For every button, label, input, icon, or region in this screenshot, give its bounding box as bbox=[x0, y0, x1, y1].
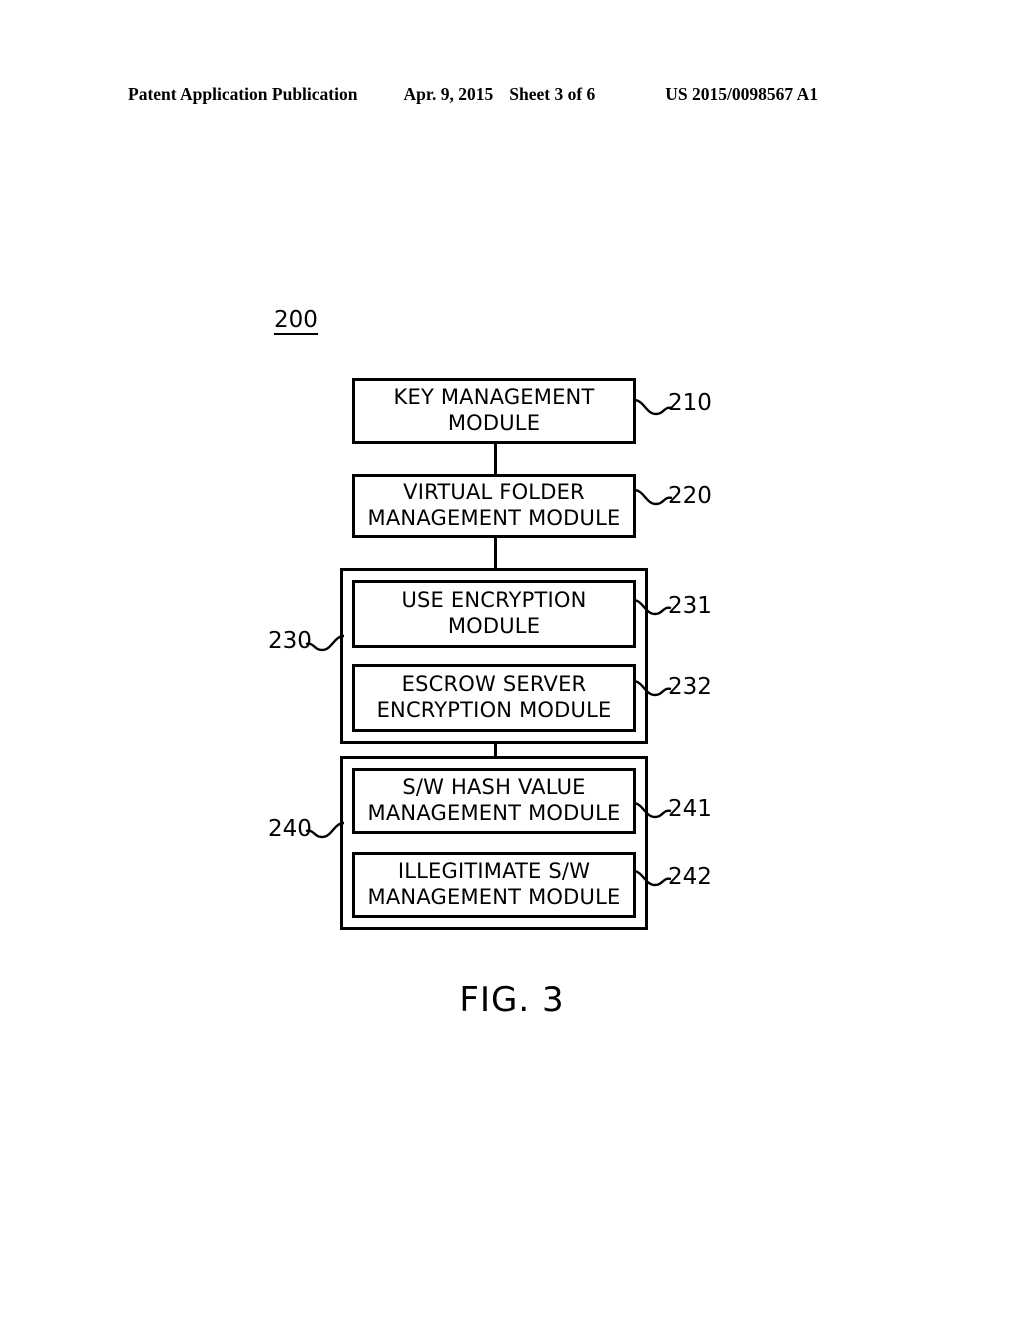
reference-number-230: 230 bbox=[268, 628, 312, 654]
block-illegitimate-sw-management-module: ILLEGITIMATE S/W MANAGEMENT MODULE bbox=[352, 852, 636, 918]
block-label-232: ESCROW SERVER ENCRYPTION MODULE bbox=[376, 672, 612, 722]
block-virtual-folder-management-module: VIRTUAL FOLDER MANAGEMENT MODULE bbox=[352, 474, 636, 538]
block-label-242: ILLEGITIMATE S/W MANAGEMENT MODULE bbox=[367, 859, 621, 909]
connector-220-230 bbox=[494, 535, 497, 571]
block-use-encryption-module: USE ENCRYPTION MODULE bbox=[352, 580, 636, 648]
reference-number-231: 231 bbox=[668, 593, 712, 619]
block-label-220: VIRTUAL FOLDER MANAGEMENT MODULE bbox=[367, 480, 621, 530]
block-label-241: S/W HASH VALUE MANAGEMENT MODULE bbox=[367, 775, 621, 825]
system-reference-200: 200 bbox=[274, 308, 318, 336]
reference-number-210: 210 bbox=[668, 390, 712, 416]
reference-number-240: 240 bbox=[268, 816, 312, 842]
patent-figure: 200 KEY MANAGEMENT MODULE 210 VIRTUAL FOL… bbox=[0, 0, 1024, 1320]
block-label-231: USE ENCRYPTION MODULE bbox=[401, 588, 587, 638]
connector-210-220 bbox=[494, 441, 497, 477]
block-sw-hash-value-management-module: S/W HASH VALUE MANAGEMENT MODULE bbox=[352, 768, 636, 834]
reference-number-241: 241 bbox=[668, 796, 712, 822]
block-escrow-server-encryption-module: ESCROW SERVER ENCRYPTION MODULE bbox=[352, 664, 636, 732]
figure-caption: FIG. 3 bbox=[459, 980, 565, 1020]
reference-number-220: 220 bbox=[668, 483, 712, 509]
reference-number-242: 242 bbox=[668, 864, 712, 890]
block-key-management-module: KEY MANAGEMENT MODULE bbox=[352, 378, 636, 444]
reference-number-232: 232 bbox=[668, 674, 712, 700]
block-label-210: KEY MANAGEMENT MODULE bbox=[393, 385, 595, 435]
